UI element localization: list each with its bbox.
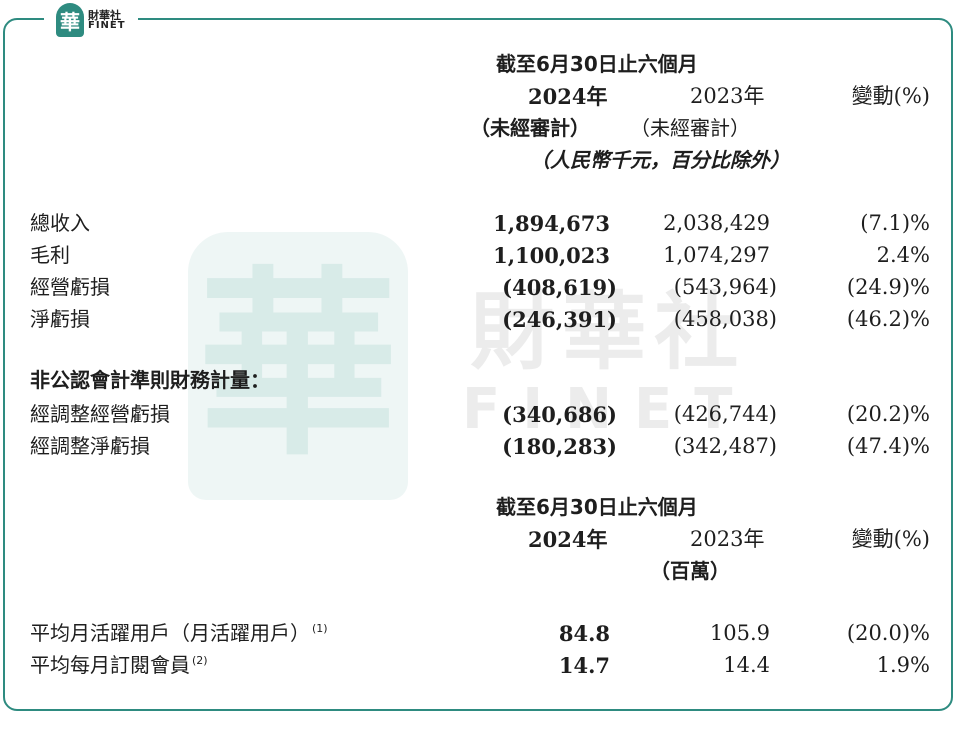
row-label: 經調整淨虧損 <box>30 434 150 458</box>
col-change-header: 變動(%) <box>851 84 930 108</box>
row-change: (20.2)% <box>846 402 930 426</box>
row-label-text: 平均每月訂閱會員 <box>30 653 190 677</box>
row-value-2024: 84.8 <box>558 621 610 646</box>
row-value-2023: 2,038,429 <box>663 211 770 235</box>
row-label: 經營虧損 <box>30 275 110 299</box>
period-header: 截至6月30日止六個月 <box>496 52 698 76</box>
brand-name-en: FINET <box>88 19 126 31</box>
row-change: 1.9% <box>876 653 930 677</box>
row-change: (20.0)% <box>846 621 930 645</box>
row-value-2023: (426,744) <box>673 402 777 426</box>
row-value-2023: 1,074,297 <box>663 243 770 267</box>
row-label: 平均月活躍用戶（月活躍用戶） (1) <box>30 623 328 643</box>
col-change-header-2: 變動(%) <box>851 527 930 551</box>
col-2023-header-2: 2023年 <box>690 527 765 551</box>
footnote-ref: (1) <box>312 622 328 635</box>
row-value-2024: (408,619) <box>502 275 617 300</box>
row-label-text: 平均月活躍用戶（月活躍用戶） <box>30 621 310 645</box>
brand-logo: 華 財華社 FINET <box>44 2 138 38</box>
row-change: (24.9)% <box>846 275 930 299</box>
unit-note: （人民幣千元，百分比除外） <box>530 148 790 172</box>
brand-name-cn: 財華社 <box>88 8 121 22</box>
row-change: (47.4)% <box>846 434 930 458</box>
row-label: 毛利 <box>30 243 70 267</box>
col-2024-header-2: 2024年 <box>528 527 608 552</box>
row-label: 平均每月訂閱會員 (2) <box>30 655 208 675</box>
row-value-2024: (340,686) <box>502 402 617 427</box>
row-value-2024: 14.7 <box>558 653 610 678</box>
audit-2024: （未經審計） <box>470 116 590 140</box>
row-value-2024: 1,100,023 <box>493 243 610 268</box>
row-value-2023: 105.9 <box>709 621 770 645</box>
audit-2023: （未經審計） <box>630 116 750 140</box>
row-change: (46.2)% <box>846 307 930 331</box>
row-change: 2.4% <box>876 243 930 267</box>
period-header-2: 截至6月30日止六個月 <box>496 495 698 519</box>
row-value-2023: (342,487) <box>673 434 777 458</box>
footnote-ref: (2) <box>192 654 208 667</box>
row-value-2024: (180,283) <box>502 434 617 459</box>
row-value-2024: 1,894,673 <box>493 211 610 236</box>
row-value-2023: (543,964) <box>673 275 777 299</box>
row-value-2023: 14.4 <box>723 653 770 677</box>
row-label: 經調整經營虧損 <box>30 402 170 426</box>
brand-seal-icon: 華 <box>56 3 84 37</box>
nongaap-title: 非公認會計準則財務計量： <box>30 368 270 392</box>
row-label: 總收入 <box>30 211 90 235</box>
col-2023-header: 2023年 <box>690 84 765 108</box>
row-value-2024: (246,391) <box>502 307 617 332</box>
col-2024-header: 2024年 <box>528 84 608 109</box>
row-change: (7.1)% <box>860 211 930 235</box>
row-label: 淨虧損 <box>30 307 90 331</box>
row-value-2023: (458,038) <box>673 307 777 331</box>
unit-note-2: （百萬） <box>650 559 730 583</box>
